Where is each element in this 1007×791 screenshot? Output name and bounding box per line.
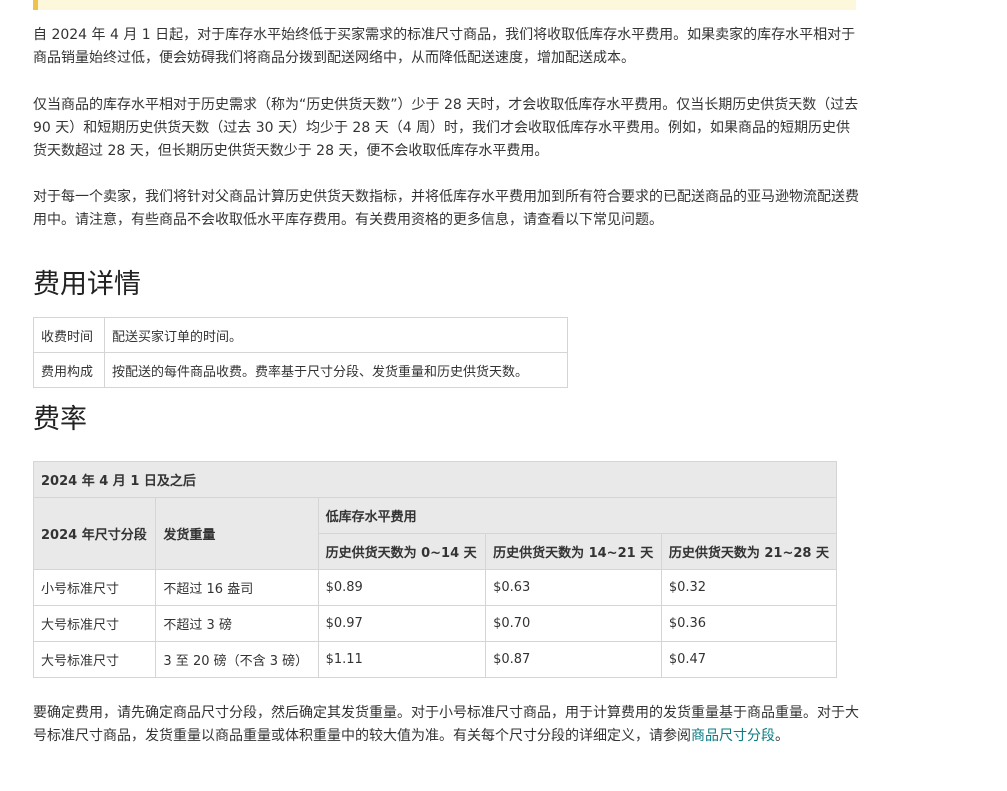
fee-details-heading: 费用详情 <box>33 269 141 300</box>
intro-paragraph-3: 对于每一个卖家，我们将针对父商品计算历史供货天数指标，并将低库存水平费用加到所有… <box>33 189 859 228</box>
fee-cell: $0.63 <box>485 569 662 606</box>
table-row: 小号标准尺寸 不超过 16 盎司 $0.89 $0.63 $0.32 <box>32 569 838 606</box>
rates-heading: 费率 <box>33 404 87 435</box>
rates-table: 2024 年 4 月 1 日及之后 2024 年尺寸分段 发货重量 低库存水平费… <box>32 461 838 678</box>
notice-banner-edge <box>33 0 856 10</box>
table-row: 收费时间 配送买家订单的时间。 <box>33 317 568 353</box>
table-row: 大号标准尺寸 不超过 3 磅 $0.97 $0.70 $0.36 <box>32 605 838 642</box>
fee-cell: $0.70 <box>485 605 662 642</box>
fee-details-value: 配送买家订单的时间。 <box>104 317 568 353</box>
weight-cell: 不超过 16 盎司 <box>155 569 319 606</box>
fee-details-table: 收费时间 配送买家订单的时间。 费用构成 按配送的每件商品收费。费率基于尺寸分段… <box>33 317 568 388</box>
fee-cell: $0.87 <box>485 641 662 678</box>
footer-paragraph: 要确定费用，请先确定商品尺寸分段，然后确定其发货重量。对于小号标准尺寸商品，用于… <box>33 702 863 748</box>
table-title: 2024 年 4 月 1 日及之后 <box>33 461 837 498</box>
size-tier-cell: 大号标准尺寸 <box>32 641 157 678</box>
column-header-size-tier: 2024 年尺寸分段 <box>32 497 157 570</box>
column-header-weight: 发货重量 <box>155 497 319 570</box>
intro-paragraph-2: 仅当商品的库存水平相对于历史需求（称为“历史供货天数”）少于 28 天时，才会收… <box>33 97 859 159</box>
fee-details-key: 收费时间 <box>33 317 105 353</box>
size-tier-cell: 小号标准尺寸 <box>32 569 157 606</box>
fee-details-key: 费用构成 <box>33 352 105 388</box>
table-row: 费用构成 按配送的每件商品收费。费率基于尺寸分段、发货重量和历史供货天数。 <box>33 352 568 388</box>
fee-cell: $0.97 <box>317 605 487 642</box>
fee-details-value: 按配送的每件商品收费。费率基于尺寸分段、发货重量和历史供货天数。 <box>104 352 568 388</box>
table-row: 大号标准尺寸 3 至 20 磅（不含 3 磅） $1.11 $0.87 $0.4… <box>32 641 838 678</box>
weight-cell: 3 至 20 磅（不含 3 磅） <box>155 641 319 678</box>
fee-cell: $0.89 <box>317 569 487 606</box>
fee-cell: $1.11 <box>317 641 487 678</box>
column-header-days-0-14: 历史供货天数为 0~14 天 <box>317 533 487 570</box>
fee-cell: $0.36 <box>660 605 838 642</box>
size-tier-cell: 大号标准尺寸 <box>32 605 157 642</box>
size-tier-link[interactable]: 商品尺寸分段 <box>691 728 775 744</box>
footer-tail: 。 <box>775 728 789 744</box>
weight-cell: 不超过 3 磅 <box>155 605 319 642</box>
column-group-header-fee: 低库存水平费用 <box>317 497 838 534</box>
table-header-row: 2024 年尺寸分段 发货重量 低库存水平费用 <box>32 497 838 570</box>
fee-cell: $0.47 <box>660 641 838 678</box>
table-title-row: 2024 年 4 月 1 日及之后 <box>33 461 837 498</box>
column-header-days-14-21: 历史供货天数为 14~21 天 <box>485 533 662 570</box>
column-header-days-21-28: 历史供货天数为 21~28 天 <box>660 533 838 570</box>
fee-cell: $0.32 <box>660 569 838 606</box>
intro-paragraph-1: 自 2024 年 4 月 1 日起，对于库存水平始终低于买家需求的标准尺寸商品，… <box>33 27 856 66</box>
